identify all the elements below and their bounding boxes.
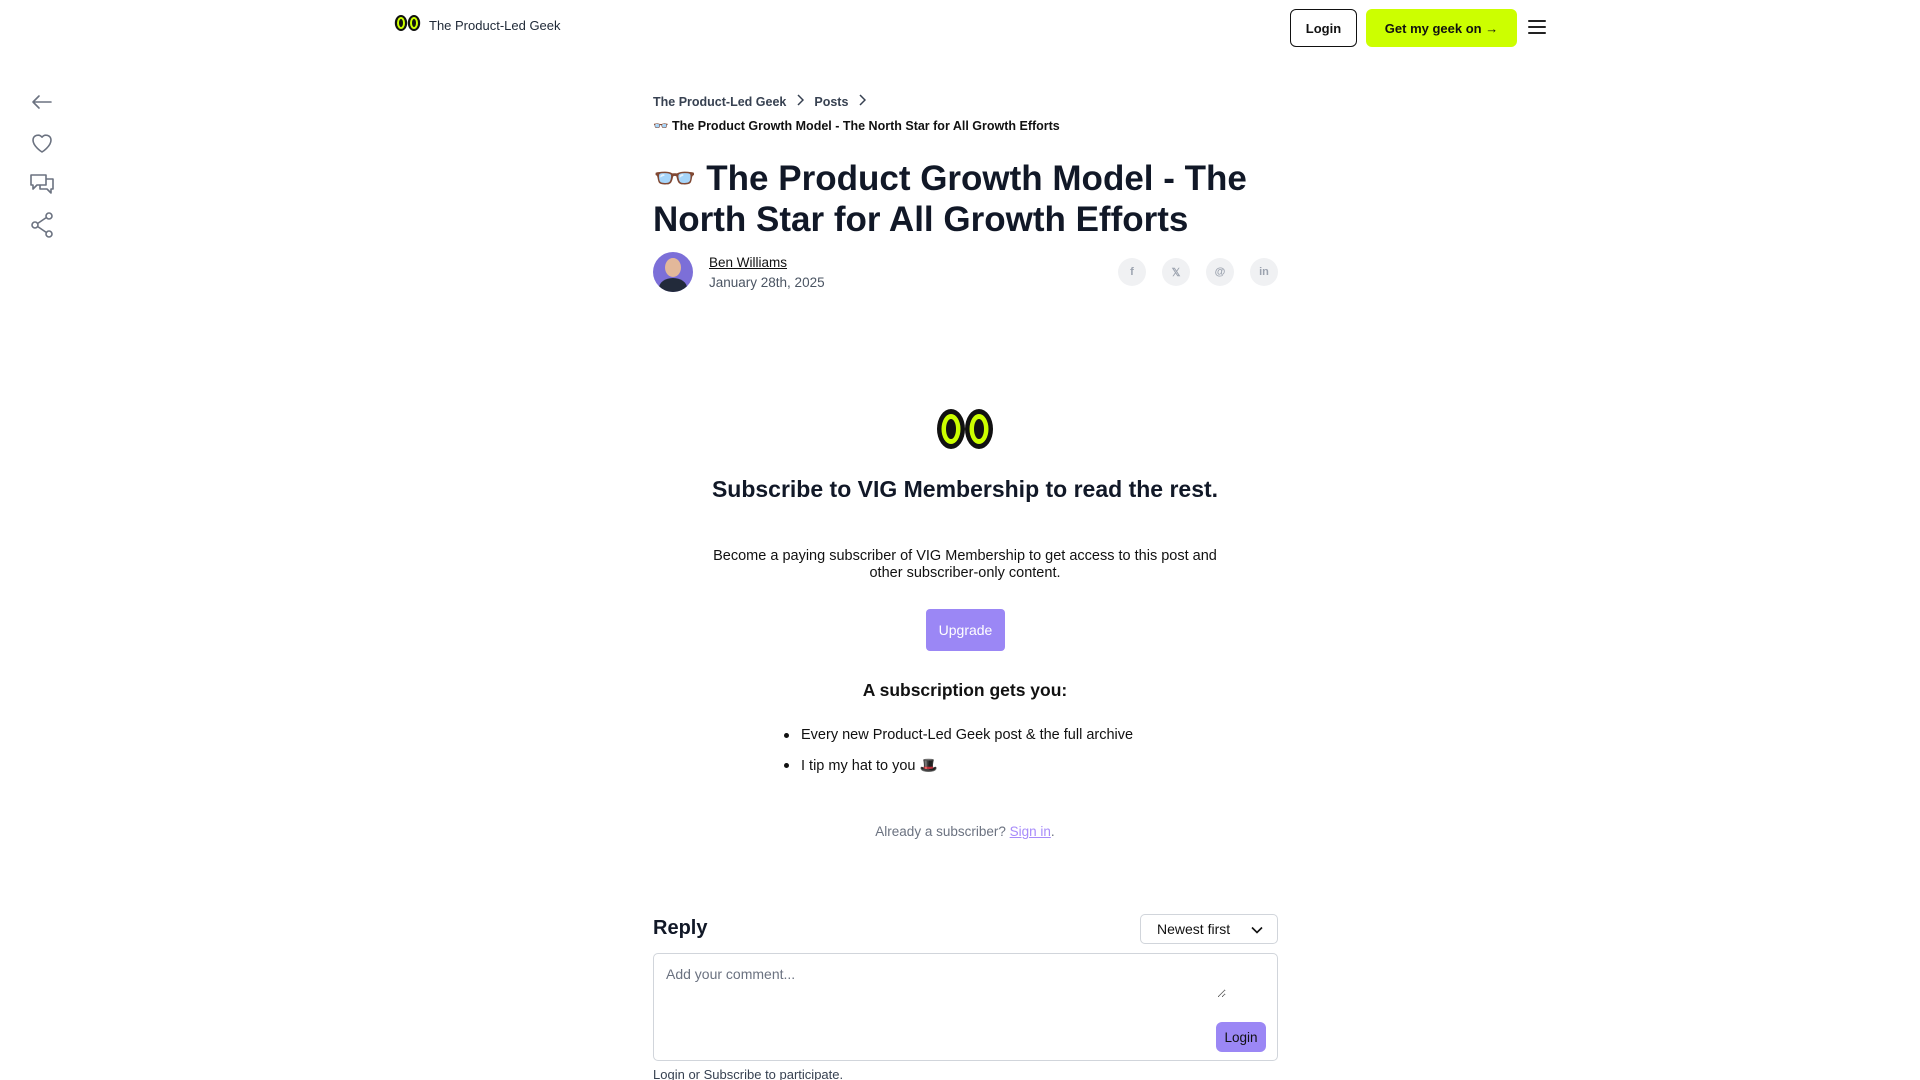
chevron-down-icon (1251, 921, 1263, 937)
bullet-icon (784, 732, 789, 738)
participate-subscribe-link[interactable]: Subscribe (704, 1067, 762, 1080)
paywall-description: Become a paying subscriber of VIG Member… (713, 548, 1217, 581)
publish-date: January 28th, 2025 (709, 274, 825, 290)
comment-input[interactable] (666, 966, 1226, 998)
chevron-right-icon (796, 94, 805, 109)
reply-heading: Reply (653, 917, 708, 939)
breadcrumb: The Product-Led Geek Posts (653, 94, 867, 109)
participate-text: Login or Subscribe to participate. (653, 1067, 843, 1080)
comment-icon[interactable] (28, 172, 56, 196)
sign-in-link[interactable]: Sign in (1010, 824, 1051, 839)
x-twitter-icon[interactable]: 𝕏 (1162, 258, 1190, 286)
paywall-logo-icon (936, 407, 994, 456)
hamburger-menu-icon[interactable] (1528, 20, 1546, 34)
benefit-text: I tip my hat to you 🎩 (801, 757, 938, 774)
author-byline: Ben Williams January 28th, 2025 (653, 252, 825, 292)
sort-dropdown[interactable]: Newest first (1140, 914, 1278, 944)
already-subscriber-text: Already a subscriber? Sign in. (700, 824, 1230, 839)
breadcrumb-item-home[interactable]: The Product-Led Geek (653, 95, 786, 109)
sign-in-suffix: . (1050, 824, 1055, 839)
linkedin-icon[interactable]: in (1250, 258, 1278, 286)
share-icon[interactable] (28, 212, 56, 238)
facebook-icon[interactable]: f (1118, 258, 1146, 286)
breadcrumb-item-posts[interactable]: Posts (814, 95, 848, 109)
participate-or: or (688, 1067, 700, 1080)
benefits-list: Every new Product-Led Geek post & the fu… (784, 720, 1133, 780)
threads-icon[interactable]: @ (1206, 258, 1234, 286)
left-action-rail (28, 90, 56, 238)
sort-label: Newest first (1157, 921, 1231, 937)
back-arrow-icon[interactable] (28, 90, 56, 114)
chevron-right-icon (858, 94, 867, 109)
bullet-icon (784, 762, 789, 768)
heart-icon[interactable] (28, 131, 56, 155)
header-login-button[interactable]: Login (1290, 9, 1357, 47)
participate-login-link[interactable]: Login (653, 1067, 685, 1080)
geek-logo-icon (394, 14, 421, 37)
list-item: I tip my hat to you 🎩 (784, 750, 1133, 780)
paywall-title: Subscribe to VIG Membership to read the … (711, 476, 1219, 502)
brand-name: The Product-Led Geek (429, 18, 561, 33)
breadcrumb-current: 👓 The Product Growth Model - The North S… (653, 119, 1060, 133)
top-navigation: The Product-Led Geek Login Get my geek o… (0, 0, 1920, 56)
already-subscriber-label: Already a subscriber? (875, 824, 1006, 839)
avatar (653, 252, 693, 292)
share-buttons: f 𝕏 @ in (1118, 258, 1278, 286)
comment-login-button[interactable]: Login (1216, 1022, 1266, 1052)
brand[interactable]: The Product-Led Geek (394, 14, 561, 37)
upgrade-button[interactable]: Upgrade (926, 609, 1005, 651)
get-my-geek-on-button[interactable]: Get my geek on → (1366, 9, 1517, 47)
author-name-link[interactable]: Ben Williams (709, 255, 825, 270)
benefit-text: Every new Product-Led Geek post & the fu… (801, 727, 1134, 743)
list-item: Every new Product-Led Geek post & the fu… (784, 720, 1133, 750)
comment-box: Login (653, 953, 1278, 1061)
participate-suffix: to participate. (765, 1067, 844, 1080)
benefits-title: A subscription gets you: (862, 680, 1068, 700)
page-title: 👓 The Product Growth Model - The North S… (653, 159, 1247, 239)
